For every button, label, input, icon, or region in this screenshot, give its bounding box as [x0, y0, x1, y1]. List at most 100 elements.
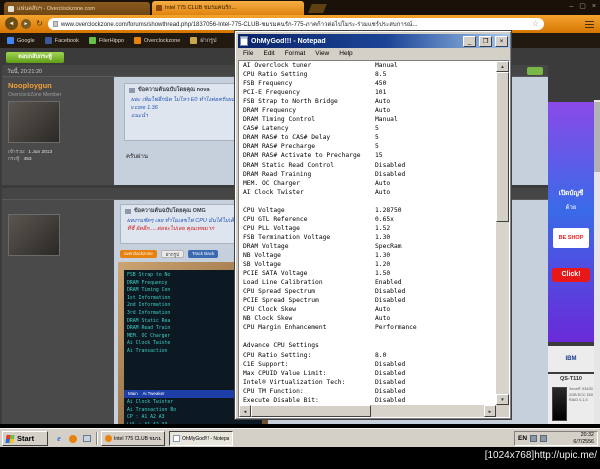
setting-value: 8.5 [375, 71, 387, 79]
tab-intel-775-club[interactable]: Intel 775 CLUB ชมรมคนรัก... [152, 1, 304, 15]
notepad-line: DRAM RAS# Precharge 5 [239, 142, 496, 151]
menu-item-file[interactable]: File [238, 49, 258, 60]
stat-value: 453 [23, 157, 32, 162]
tab-overclockzone-fanclub[interactable]: แฟนคลับฯ - Overclockzone.com [4, 2, 150, 15]
volume-icon[interactable] [530, 435, 538, 442]
horizontal-scroll-thumb[interactable] [251, 405, 371, 417]
url-bar[interactable]: www.overclockzone.com/forums/showthread.… [48, 18, 544, 30]
scroll-left-icon[interactable]: ◄ [239, 405, 251, 417]
ad-card-ibm[interactable]: IBM [548, 346, 594, 372]
notepad-minimize-button[interactable]: _ [463, 35, 476, 47]
notepad-line: CPU Clock Skew Auto [239, 305, 496, 314]
image-host-chips: overclockzone ฝากรูป Track Back [120, 250, 219, 258]
bookmark-star-icon[interactable]: ☆ [532, 19, 539, 29]
ad-card-product[interactable]: QS-T110 Xeon® X34302GB ECC DDR3RAID 0,1,… [548, 374, 594, 424]
setting-value: 8.0 [375, 351, 387, 359]
post2-avatar[interactable] [8, 214, 60, 256]
bookmark-item[interactable]: ฝากรูป [190, 37, 216, 45]
image-host-chip[interactable]: ฝากรูป [160, 250, 184, 258]
browser-quicklaunch-icon[interactable] [67, 432, 79, 445]
setting-name: FSB Strap to North Bridge [243, 98, 338, 106]
ad-click-button[interactable]: Click! [552, 268, 590, 282]
tray-date: 6/7/2556 [573, 438, 594, 445]
ad-banner[interactable]: เปิดบัญชี ด้วย BE SHOP Click! [548, 102, 594, 342]
start-button[interactable]: Start [2, 431, 48, 446]
task-button-notepad[interactable]: OhMyGod!!! - Notepad [169, 431, 233, 446]
post1-number-badge[interactable] [527, 67, 543, 75]
menu-item-format[interactable]: Format [280, 49, 311, 60]
ie-quicklaunch-icon[interactable]: e [53, 432, 65, 445]
back-button[interactable]: ◄ [5, 17, 18, 30]
post1-user-panel: Nooploygun OverclockZone Member เข้าร่วม… [2, 77, 114, 185]
post1-quote-header-text: ข้อความต้นฉบับโดยคุณ nova [138, 87, 210, 93]
setting-name: CPU Voltage [243, 206, 285, 214]
notepad-line: DRAM Read Training Disabled [239, 170, 496, 179]
notepad-line: FSB Frequency 450 [239, 79, 496, 88]
notepad-text-area[interactable]: AI Overclock tuner Manual CPU Ratio Settin… [239, 61, 496, 405]
setting-name: CAS# Latency [243, 125, 289, 133]
product-spec-line: RAID 0,1,5 [569, 398, 588, 402]
vertical-scroll-thumb[interactable] [496, 72, 509, 222]
scrollbar-corner [496, 405, 509, 417]
setting-name: Execute Disable Bit: [243, 396, 319, 404]
language-indicator[interactable]: EN [518, 435, 527, 442]
stat-label: กระทู้: [8, 157, 21, 162]
post1-user-stats: เข้าร่วม: 1 Jun 2013 กระทู้: 453 [8, 149, 110, 163]
notepad-client-area: AI Overclock tuner Manual CPU Ratio Settin… [238, 60, 510, 418]
post1-avatar[interactable] [8, 101, 60, 143]
new-reply-button[interactable]: ตอบกลับกระทู้ [6, 52, 64, 63]
bookmark-item[interactable]: Overclockzone [133, 37, 180, 44]
setting-name: AI Overclock tuner [243, 62, 312, 69]
maximize-window-icon[interactable]: ▢ [579, 2, 586, 11]
new-tab-button[interactable] [308, 4, 327, 13]
notepad-close-button[interactable]: × [495, 35, 508, 47]
setting-name: CPU GTL Reference [243, 215, 308, 223]
page-scrollbar[interactable] [594, 100, 600, 424]
tab-strip: แฟนคลับฯ - Overclockzone.com Intel 775 C… [0, 0, 600, 15]
scroll-down-icon[interactable]: ▼ [496, 394, 509, 405]
setting-value: Disabled [375, 387, 406, 395]
notepad-line [239, 197, 496, 206]
notepad-line: Advance CPU Settings [239, 341, 496, 350]
bios-setting-line: LVL : A1 A2 A3 [127, 422, 262, 424]
image-host-chip[interactable]: Track Back [187, 250, 219, 258]
menu-item-view[interactable]: View [310, 49, 334, 60]
notepad-horizontal-scrollbar[interactable]: ◄ ► [239, 405, 496, 417]
notepad-line: DRAM Voltage SpecRam [239, 242, 496, 251]
quote-icon [129, 87, 135, 93]
ad-banner-line1: เปิดบัญชี [558, 190, 584, 197]
forward-button[interactable]: ► [21, 19, 31, 29]
notepad-vertical-scrollbar[interactable]: ▲ ▼ [496, 61, 509, 405]
post1-username[interactable]: Nooploygun [8, 81, 52, 90]
menu-item-help[interactable]: Help [334, 49, 357, 60]
show-desktop-icon[interactable] [81, 432, 93, 445]
notepad-line: CPU Voltage 1.28750 [239, 206, 496, 215]
setting-name: Advance CPU Settings [243, 342, 319, 350]
scroll-up-icon[interactable]: ▲ [496, 61, 509, 72]
network-icon[interactable] [540, 435, 548, 442]
scroll-right-icon[interactable]: ► [484, 405, 496, 417]
menu-item-edit[interactable]: Edit [258, 49, 279, 60]
bookmark-item[interactable]: Facebook [44, 37, 79, 44]
setting-name: CPU Clock Skew [243, 306, 297, 314]
tray-clock[interactable]: 20:32 6/7/2556 [573, 432, 594, 445]
setting-value: Disabled [375, 297, 406, 305]
image-host-chip[interactable]: overclockzone [120, 250, 157, 258]
minimize-window-icon[interactable]: – [569, 2, 573, 11]
reload-button[interactable]: ↻ [34, 18, 45, 29]
close-window-icon[interactable]: × [592, 2, 596, 11]
page-scrollbar-thumb[interactable] [594, 102, 600, 172]
notepad-line: CPU Ratio Setting: 8.0 [239, 351, 496, 360]
notepad-maximize-button[interactable]: ❐ [479, 35, 492, 47]
bookmark-item[interactable]: FilerHippo [88, 37, 124, 44]
notepad-icon [240, 36, 248, 46]
task-button-browser[interactable]: Intel 775 CLUB ชมรม... [101, 431, 165, 446]
browser-menu-icon[interactable] [585, 21, 594, 28]
notepad-title-bar[interactable]: OhMyGod!!! - Notepad _ ❐ × [238, 34, 510, 48]
bookmark-item[interactable]: Google [7, 37, 35, 44]
setting-name: DRAM RAS# Activate to Precharge [243, 152, 361, 160]
notepad-window: OhMyGod!!! - Notepad _ ❐ × File Edit Forma… [234, 30, 512, 420]
ad-brand-text: BE SHOP [558, 235, 584, 241]
setting-name: Max CPUID Value Limit: [243, 369, 327, 377]
notepad-line: FSB Termination Voltage 1.30 [239, 233, 496, 242]
